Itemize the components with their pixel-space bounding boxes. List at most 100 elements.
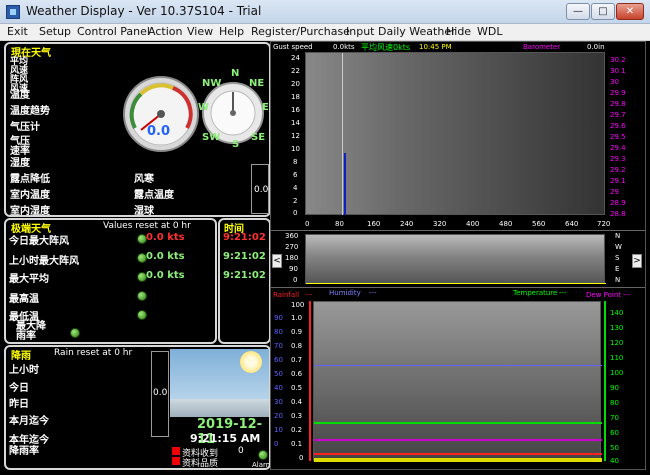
rain-header: 降雨 xyxy=(11,351,31,362)
wind-x-tick: 720 xyxy=(597,220,611,228)
current-time: 9:21:15 AM xyxy=(190,432,261,445)
menu-control-panel[interactable]: Control Panel xyxy=(77,25,150,38)
baro-y-tick: 29.8 xyxy=(610,100,626,108)
compass-e: E xyxy=(262,102,269,113)
rain-y-tick: 0.8 xyxy=(291,342,303,350)
rain-y-tick: 0.5 xyxy=(291,384,303,392)
rainfall-dash: --- xyxy=(305,291,313,299)
wind-y-tick: 4 xyxy=(293,184,298,192)
data-counter: 0 xyxy=(238,446,244,456)
baro-y-tick: 30 xyxy=(610,78,619,86)
dew-y-tick: 50 xyxy=(610,444,619,452)
menu-exit[interactable]: Exit xyxy=(7,25,28,38)
baro-y-tick: 29.2 xyxy=(610,166,626,174)
hum-y-tick: 50 xyxy=(274,370,283,378)
wind-y-tick: 8 xyxy=(293,158,298,166)
menu-bar: Exit Setup Control Panel Action View Hel… xyxy=(0,24,650,41)
extreme-time: 9:21:02 xyxy=(223,251,266,262)
dew-y-tick: 110 xyxy=(610,354,624,362)
rain-label: 上小时 xyxy=(9,365,39,376)
current-side-box: 0.0 xyxy=(251,164,269,214)
compass-ne: NE xyxy=(249,78,265,89)
menu-action[interactable]: Action xyxy=(148,25,182,38)
alarm-led[interactable] xyxy=(258,450,268,460)
data-received-indicator xyxy=(172,447,180,455)
menu-view[interactable]: View xyxy=(187,25,213,38)
dir-y-tick: 360 xyxy=(285,232,299,240)
extreme-led xyxy=(137,310,147,320)
rainfall-trace xyxy=(314,453,602,455)
hum-y-tick: 20 xyxy=(274,412,283,420)
maximize-button[interactable]: □ xyxy=(591,3,615,20)
hum-y-tick: 90 xyxy=(274,314,283,322)
graph-next-button[interactable]: > xyxy=(632,254,642,268)
extreme-label: 最高温 xyxy=(9,294,39,305)
graph-prev-button[interactable]: < xyxy=(272,254,282,268)
rain-y-tick: 0.6 xyxy=(291,370,303,378)
wind-y-tick: 12 xyxy=(291,132,300,140)
dir-y-tick: 270 xyxy=(285,243,299,251)
gust-value: 0.0kts xyxy=(333,43,355,51)
extreme-value: 0.0 kts xyxy=(146,270,185,281)
wind-graph: Gust speed 0.0kts 平均风速0kts 10:45 PM Baro… xyxy=(271,42,645,231)
rain-y-tick: 0.4 xyxy=(291,398,303,406)
rain-plot xyxy=(313,301,602,462)
menu-wdl[interactable]: WDL xyxy=(477,25,502,38)
rain-y-tick: 0.2 xyxy=(291,426,303,434)
baro-y-tick: 29.6 xyxy=(610,122,626,130)
rain-label: 降雨率 xyxy=(9,446,39,457)
rain-value: 0.0 xyxy=(153,388,168,398)
windchill-label: 风寒 xyxy=(134,174,154,185)
wind-x-tick: 80 xyxy=(335,220,344,228)
rain-label: 本月迄今 xyxy=(9,416,49,427)
data-quality-indicator xyxy=(172,457,180,465)
menu-hide[interactable]: Hide xyxy=(446,25,471,38)
wind-plot xyxy=(305,52,605,215)
dewpoint-trace xyxy=(314,439,602,441)
rain-y-tick: 100 xyxy=(291,301,305,309)
wind-x-tick: 640 xyxy=(565,220,579,228)
dew-y-tick: 100 xyxy=(610,369,624,377)
wind-x-tick: 480 xyxy=(499,220,513,228)
menu-setup[interactable]: Setup xyxy=(39,25,71,38)
indoor-temp-label: 室内温度 xyxy=(10,190,50,201)
rain-label: 今日 xyxy=(9,383,29,394)
hum-y-tick: 60 xyxy=(274,356,283,364)
menu-register[interactable]: Register/Purchase xyxy=(251,25,350,38)
wind-speed-gauge xyxy=(123,76,199,152)
rain-y-tick: 0 xyxy=(299,454,304,462)
extreme-label: 上小时最大阵风 xyxy=(9,256,79,267)
baro-y-tick: 28.9 xyxy=(610,199,626,207)
baseline-trace xyxy=(314,458,602,462)
rain-y-tick: 0.9 xyxy=(291,328,303,336)
barometer-value: 0.0in xyxy=(587,43,605,51)
wind-speed-value: 0.0 xyxy=(147,124,171,139)
wind-y-tick: 2 xyxy=(293,197,298,205)
extreme-led xyxy=(137,291,147,301)
menu-input-daily[interactable]: Input Daily Weather xyxy=(346,25,456,38)
minimize-button[interactable]: — xyxy=(566,3,590,20)
baro-y-tick: 29.3 xyxy=(610,155,626,163)
rain-panel: 降雨 Rain reset at 0 hr 上小时 今日 昨日 本月迄今 本年迄… xyxy=(4,345,273,470)
wind-x-tick: 560 xyxy=(532,220,546,228)
menu-help[interactable]: Help xyxy=(219,25,244,38)
extremes-reset-note: Values reset at 0 hr xyxy=(103,221,191,231)
humidity-trace xyxy=(314,365,602,366)
current-side-value: 0.0 xyxy=(254,185,269,195)
wind-x-tick: 320 xyxy=(433,220,447,228)
direction-plot xyxy=(305,234,606,284)
sun-icon xyxy=(240,351,262,373)
app-icon xyxy=(6,5,20,19)
compass-s: S xyxy=(232,139,240,150)
chart-clock: 10:45 PM xyxy=(419,43,452,51)
window-title: Weather Display - Ver 10.37S104 - Trial xyxy=(26,4,262,18)
dir-y-tick: 0 xyxy=(293,276,298,284)
hum-y-tick: 70 xyxy=(274,342,283,350)
compass-n: N xyxy=(231,68,240,79)
wind-y-tick: 6 xyxy=(293,171,298,179)
dewpoint-dash: --- xyxy=(623,291,631,299)
rain-value-box: 0.0 xyxy=(151,351,169,437)
dewpoint-label: Dew Point xyxy=(586,291,622,299)
dew-y-tick: 120 xyxy=(610,339,624,347)
close-button[interactable]: ✕ xyxy=(616,3,644,20)
